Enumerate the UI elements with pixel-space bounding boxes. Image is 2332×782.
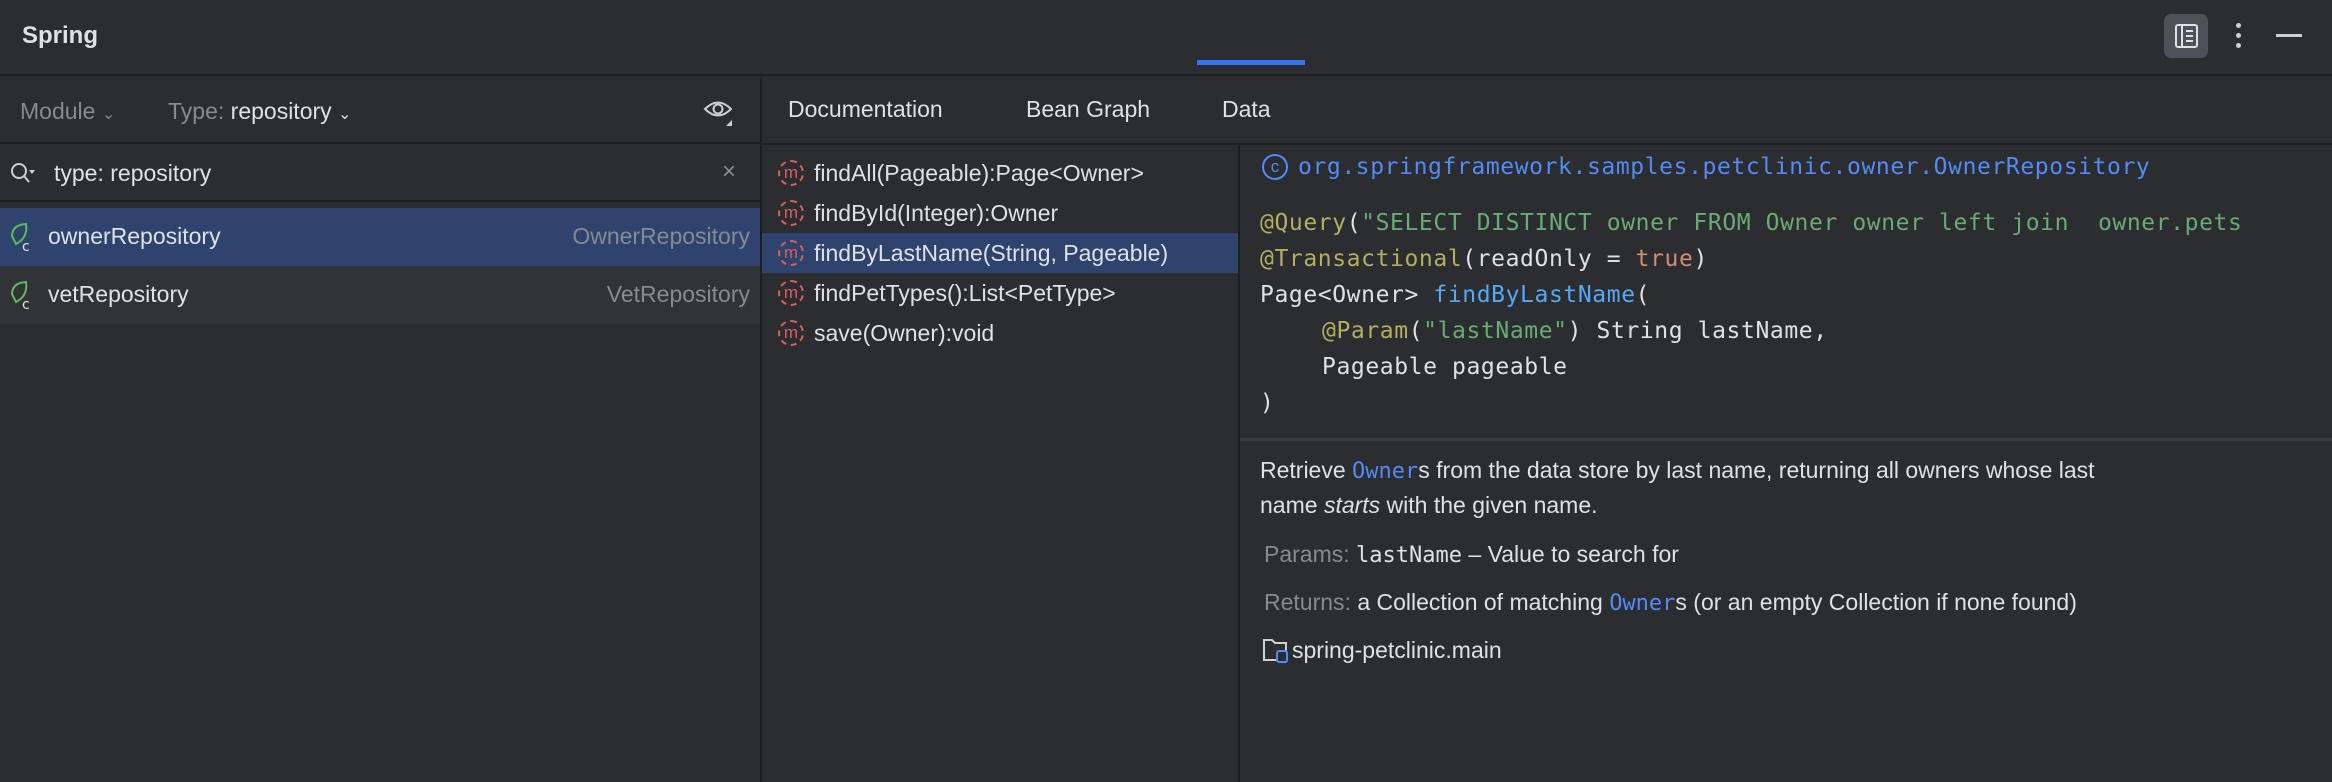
type-filter-label: Type: bbox=[168, 98, 225, 124]
more-options-icon[interactable] bbox=[2226, 20, 2250, 56]
module-filter-label: Module bbox=[20, 98, 96, 124]
module-info: spring-petclinic.main bbox=[1262, 634, 1502, 664]
bean-list-item[interactable]: c ownerRepository OwnerRepository bbox=[0, 208, 760, 266]
search-field[interactable]: type: repository × bbox=[0, 146, 760, 202]
code-text: ( bbox=[1635, 282, 1651, 308]
owner-link[interactable]: Owner bbox=[1352, 459, 1418, 484]
eye-icon[interactable] bbox=[702, 96, 736, 126]
beans-panel: Module ⌄ Type: repository ⌄ type: reposi… bbox=[0, 78, 760, 782]
returns-label: Returns: bbox=[1264, 589, 1351, 615]
type-filter[interactable]: Type: repository ⌄ bbox=[168, 98, 351, 125]
code-line: @Query("SELECT DISTINCT owner FROM Owner… bbox=[1260, 210, 2243, 236]
code-text: Page<Owner> bbox=[1260, 282, 1434, 308]
method-label: findAll(Pageable):Page<Owner> bbox=[814, 160, 1144, 186]
chevron-down-icon: ⌄ bbox=[101, 106, 116, 123]
code-text: (readOnly = bbox=[1462, 246, 1636, 272]
bean-name: vetRepository bbox=[48, 281, 189, 307]
text: name bbox=[1260, 492, 1324, 518]
method-name: findByLastName bbox=[1433, 282, 1636, 308]
class-fqn-link[interactable]: org.springframework.samples.petclinic.ow… bbox=[1298, 154, 2150, 180]
svg-text:c: c bbox=[22, 297, 30, 310]
method-icon: m bbox=[778, 160, 804, 186]
emphasis: starts bbox=[1323, 492, 1381, 518]
module-name: spring-petclinic.main bbox=[1292, 637, 1502, 663]
annotation: @Transactional bbox=[1260, 246, 1463, 272]
clear-search-icon[interactable]: × bbox=[722, 158, 736, 186]
layout-toggle-button[interactable] bbox=[2164, 14, 2208, 58]
text: s (or an empty Collection if none found) bbox=[1675, 589, 2077, 615]
method-icon: m bbox=[778, 240, 804, 266]
method-icon: m bbox=[778, 320, 804, 346]
returns-section: Returns: a Collection of matching Owners… bbox=[1264, 589, 2077, 616]
svg-text:c: c bbox=[22, 239, 30, 252]
annotation: @Query bbox=[1260, 210, 1347, 236]
text: Retrieve bbox=[1260, 457, 1353, 483]
section-divider bbox=[1240, 438, 2332, 441]
params-label: Params: bbox=[1264, 541, 1350, 567]
method-label: findPetTypes():List<PetType> bbox=[814, 280, 1116, 306]
filter-bar: Module ⌄ Type: repository ⌄ bbox=[0, 78, 760, 144]
bean-type: VetRepository bbox=[606, 281, 750, 307]
param-name: lastName bbox=[1356, 543, 1462, 568]
class-icon: c bbox=[1262, 154, 1288, 180]
module-folder-icon bbox=[1263, 639, 1288, 663]
owner-link[interactable]: Owner bbox=[1609, 591, 1675, 616]
chevron-down-icon: ⌄ bbox=[338, 106, 352, 123]
string-literal: "SELECT DISTINCT owner FROM Owner owner … bbox=[1361, 210, 2243, 236]
method-icon: m bbox=[778, 280, 804, 306]
code-text: ) String lastName, bbox=[1567, 318, 1828, 344]
text: with the given name. bbox=[1380, 492, 1598, 518]
description: Retrieve Owners from the data store by l… bbox=[1260, 457, 2095, 484]
code-text: ( bbox=[1408, 318, 1424, 344]
code-line: @Transactional(readOnly = true) bbox=[1260, 246, 1708, 272]
method-label: save(Owner):void bbox=[814, 320, 995, 346]
search-input[interactable]: type: repository bbox=[54, 160, 211, 187]
spring-bean-icon: c bbox=[10, 222, 30, 252]
sidebar-layout-icon bbox=[2175, 24, 2198, 48]
code-line: Page<Owner> findByLastName( bbox=[1260, 282, 1650, 308]
method-icon: m bbox=[778, 200, 804, 226]
bean-list-item[interactable]: c vetRepository VetRepository bbox=[0, 266, 760, 324]
tab-data[interactable]: Data bbox=[1222, 96, 1271, 123]
annotation: @Param bbox=[1322, 318, 1409, 344]
spring-bean-icon: c bbox=[10, 280, 30, 310]
method-list-item[interactable]: m findByLastName(String, Pageable) bbox=[762, 233, 1238, 273]
panel-divider[interactable] bbox=[1238, 145, 1240, 782]
details-tabs: Documentation Bean Graph Data bbox=[762, 78, 2332, 145]
search-icon bbox=[11, 163, 35, 183]
description: name starts with the given name. bbox=[1260, 492, 1598, 519]
params-section: Params: lastName – Value to search for bbox=[1264, 541, 1679, 568]
type-filter-value: repository bbox=[230, 98, 332, 124]
code-text: ) bbox=[1693, 246, 1708, 272]
text: a Collection of matching bbox=[1357, 589, 1610, 615]
bean-name: ownerRepository bbox=[48, 223, 221, 249]
bean-type: OwnerRepository bbox=[572, 223, 750, 249]
param-description: – Value to search for bbox=[1462, 541, 1679, 567]
keyword: true bbox=[1635, 246, 1694, 272]
code-line: ) bbox=[1260, 390, 1275, 416]
method-list-item[interactable]: m save(Owner):void bbox=[762, 313, 1238, 353]
minimize-icon[interactable] bbox=[2276, 34, 2302, 37]
method-label: findByLastName(String, Pageable) bbox=[814, 240, 1169, 266]
code-line: Pageable pageable bbox=[1322, 354, 1568, 380]
tool-window-title: Spring bbox=[22, 22, 98, 49]
tab-bean-graph[interactable]: Bean Graph bbox=[1026, 96, 1150, 123]
title-bar: Spring bbox=[0, 0, 2332, 76]
method-list-item[interactable]: m findPetTypes():List<PetType> bbox=[762, 273, 1238, 313]
code-line: @Param("lastName") String lastName, bbox=[1322, 318, 1828, 344]
method-label: findById(Integer):Owner bbox=[814, 200, 1059, 226]
tab-documentation[interactable]: Documentation bbox=[788, 96, 943, 123]
method-list-item[interactable]: m findAll(Pageable):Page<Owner> bbox=[762, 153, 1238, 193]
active-tab-indicator bbox=[1197, 60, 1305, 65]
method-list-item[interactable]: m findById(Integer):Owner bbox=[762, 193, 1238, 233]
string-literal: "lastName" bbox=[1423, 318, 1568, 344]
module-filter[interactable]: Module ⌄ bbox=[20, 98, 115, 125]
text: s from the data store by last name, retu… bbox=[1418, 457, 2095, 483]
